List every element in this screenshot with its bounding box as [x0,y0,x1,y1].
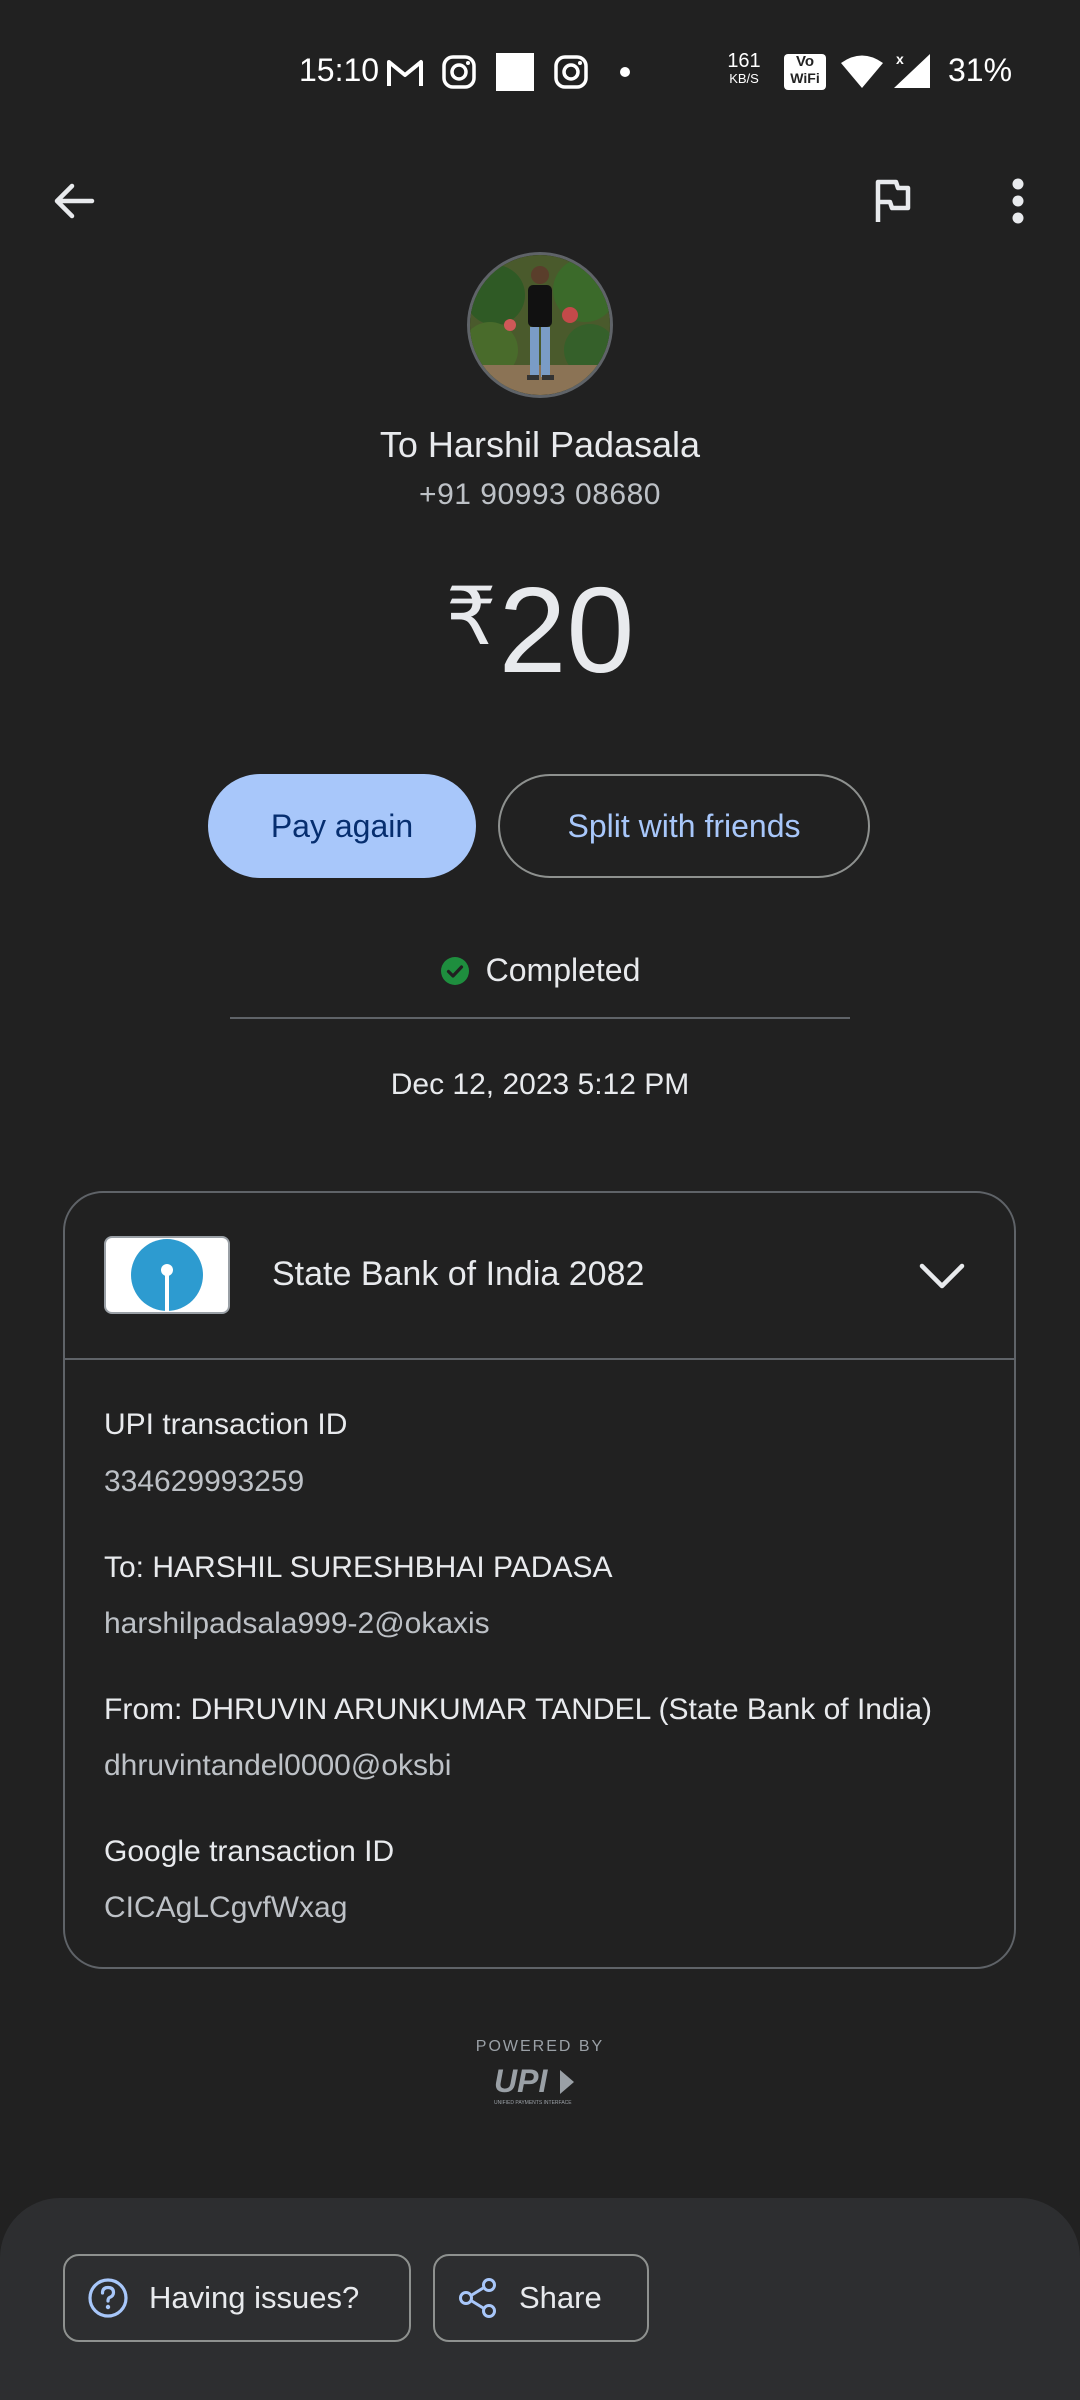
upi-logo-text: UPI [494,2064,548,2099]
signal-icon: x [894,51,930,88]
amount: ₹20 [0,560,1080,700]
upi-transaction-id-value: 334629993259 [104,1465,305,1498]
divider [230,1017,850,1019]
svg-text:x: x [896,51,904,67]
upi-logo: UPI UNIFIED PAYMENTS INTERFACE [490,2063,590,2108]
avatar [467,252,613,398]
upi-tagline: UNIFIED PAYMENTS INTERFACE [494,2100,572,2106]
vowifi-icon: Vo WiFi [784,54,826,90]
network-speed: 161 KB/S [722,50,766,88]
white-square-icon [496,53,534,91]
to-account-upi-id: harshilpadsala999-2@okaxis [104,1607,490,1640]
from-account-upi-id: dhruvintandel0000@oksbi [104,1749,452,1782]
to-account-label: To: HARSHIL SURESHBHAI PADASA [104,1551,613,1584]
gmail-icon [387,60,423,86]
currency-symbol: ₹ [445,572,497,661]
share-icon [459,2278,496,2318]
back-arrow-icon [54,183,95,219]
net-speed-unit: KB/S [729,71,759,86]
amount-value: 20 [498,562,635,698]
chevron-down-icon[interactable] [912,1246,972,1306]
net-speed-value: 161 [727,50,761,72]
vowifi-bottom: WiFi [790,70,820,86]
payee-phone: +91 90993 08680 [419,478,661,511]
back-button[interactable] [34,161,114,241]
wifi-icon [841,55,883,88]
more-options-button[interactable] [978,161,1058,241]
flag-icon [875,179,911,222]
transaction-status: Completed [0,952,1080,989]
report-button[interactable] [852,161,932,241]
having-issues-label: Having issues? [149,2280,360,2315]
check-circle-icon [440,956,469,985]
help-icon [88,2278,128,2318]
share-label: Share [519,2280,602,2315]
split-with-friends-button[interactable]: Split with friends [498,774,870,878]
clock: 15:10 [299,52,380,88]
google-transaction-id-value: CICAgLCgvfWxag [104,1891,348,1924]
bank-account-name: State Bank of India 2082 [272,1255,645,1293]
more-vert-icon [1012,178,1024,224]
status-text: Completed [485,952,641,988]
share-button[interactable]: Share [433,2254,649,2342]
upi-transaction-id-label: UPI transaction ID [104,1408,348,1441]
powered-by-label: POWERED BY [475,2038,605,2055]
instagram-icon [554,55,588,89]
status-bar: 15:10 161 KB/S Vo WiFi x 31% [0,0,1080,140]
sbi-logo [104,1236,230,1314]
having-issues-button[interactable]: Having issues? [63,2254,411,2342]
card-divider [63,1358,1016,1360]
payee-name: To Harshil Padasala [379,424,701,465]
from-account-label: From: DHRUVIN ARUNKUMAR TANDEL (State Ba… [104,1693,932,1726]
battery-level: 31% [948,52,1013,88]
vowifi-top: Vo [795,53,815,70]
google-transaction-id-label: Google transaction ID [104,1835,395,1868]
pay-again-button[interactable]: Pay again [208,774,476,878]
dot-icon [620,67,630,77]
instagram-icon [442,55,476,89]
transaction-date: Dec 12, 2023 5:12 PM [390,1068,690,1101]
